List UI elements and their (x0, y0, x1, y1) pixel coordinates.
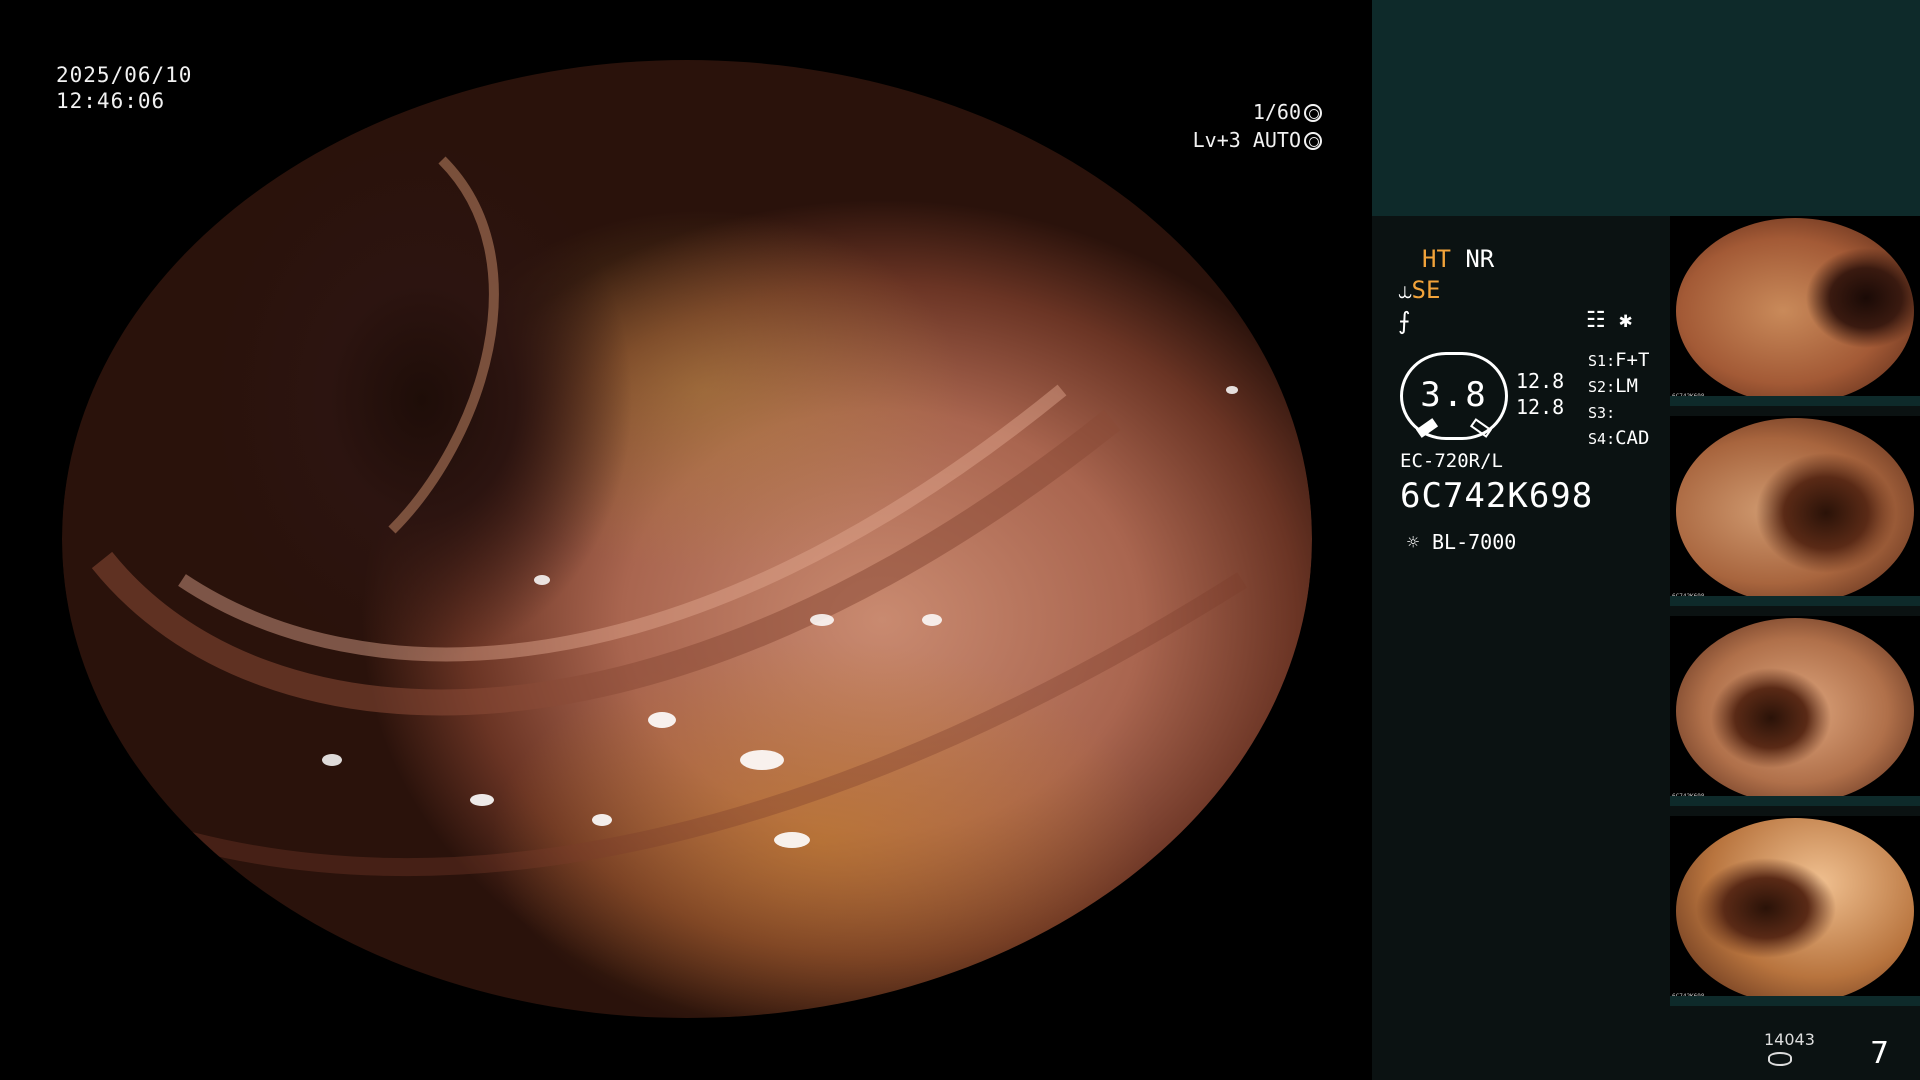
light-source: ☼ BL-7000 (1400, 530, 1516, 554)
dial-numbers: 12.8 12.8 (1516, 368, 1564, 420)
thumbnail[interactable]: 6C742K698 (1670, 216, 1920, 406)
side-panel: HT NR ⥿SE ⨍ ☷ ✱ 3.8 12.8 12.8 S1:F+T S2:… (1372, 0, 1920, 1080)
time-text: 12:46:06 (56, 89, 166, 113)
mode-ht: HT (1422, 245, 1451, 273)
mode-row-se: ⥿SE (1398, 275, 1658, 306)
thumbnail-image (1676, 618, 1914, 804)
slot-item: S2:LM (1588, 375, 1638, 397)
thumbnail[interactable]: 6C742K698 (1670, 616, 1920, 806)
storage-count: 14043 (1764, 1030, 1815, 1049)
switch-slots: S1:F+T S2:LM S3: S4:CAD (1588, 348, 1649, 452)
slot-item: S4:CAD (1588, 427, 1650, 449)
slot-item: S1:F+T (1588, 349, 1650, 371)
dial-value: 3.8 (1420, 375, 1488, 415)
capture-thumbnails: 6C742K698 6C742K698 6C742K698 6C742K698 (1670, 216, 1920, 1016)
endoscope-view: 2025/06/10 12:46:06 1/60 Lv+3 AUTO (0, 0, 1372, 1080)
mucosa-folds (91, 156, 1247, 877)
asterisk-icon: ✱ (1618, 308, 1633, 333)
enhance-icon: ⥿ (1398, 276, 1412, 304)
settings-list-icon: ☷ (1586, 308, 1606, 333)
brightness-level-text: Lv+3 AUTO (1192, 128, 1301, 152)
endoscope-image (62, 60, 1312, 1018)
date-text: 2025/06/10 (56, 63, 193, 87)
exposure-readout: 1/60 Lv+3 AUTO (1100, 98, 1322, 154)
scope-serial: 6C742K698 (1400, 476, 1594, 516)
thumbnail-image (1676, 418, 1914, 604)
shutter-speed-text: 1/60 (1252, 100, 1301, 124)
thumbnail-image (1676, 818, 1914, 1004)
thumbnail[interactable]: 6C742K698 (1670, 816, 1920, 1006)
zoom-dial: 3.8 (1400, 352, 1508, 440)
thumbnail[interactable]: 6C742K698 (1670, 416, 1920, 606)
mode-se: SE (1411, 276, 1441, 304)
status-icons: ☷ ✱ (1586, 308, 1632, 333)
dial-left-value: 12.8 (1516, 369, 1565, 393)
light-source-icon: ☼ (1406, 530, 1420, 554)
scope-model: EC-720R/L (1400, 450, 1503, 472)
thumbnail-image (1676, 218, 1914, 404)
slot-item: S3: (1588, 404, 1616, 422)
scope-info: HT NR ⥿SE ⨍ ☷ ✱ 3.8 12.8 12.8 S1:F+T S2:… (1398, 244, 1658, 554)
mode-nr: NR (1465, 245, 1495, 273)
thumbnail-bar (1670, 396, 1920, 406)
thumbnail-bar (1670, 796, 1920, 806)
panel-header-area (1372, 0, 1920, 216)
iris-icon (1304, 132, 1322, 150)
storage-disk-icon (1768, 1052, 1792, 1066)
dial-left-marker-icon (1415, 418, 1439, 438)
light-source-text: BL-7000 (1432, 530, 1517, 554)
datetime-readout: 2025/06/10 12:46:06 (56, 62, 192, 114)
thumbnail-bar (1670, 596, 1920, 606)
page-number: 7 (1870, 1036, 1890, 1071)
dial-right-value: 12.8 (1516, 395, 1565, 419)
filter-icon: ⨍ (1398, 307, 1411, 335)
mode-row-ht-nr: HT NR (1398, 244, 1658, 275)
shutter-icon (1304, 104, 1322, 122)
dial-right-marker-icon (1469, 418, 1493, 438)
thumbnail-bar (1670, 996, 1920, 1006)
